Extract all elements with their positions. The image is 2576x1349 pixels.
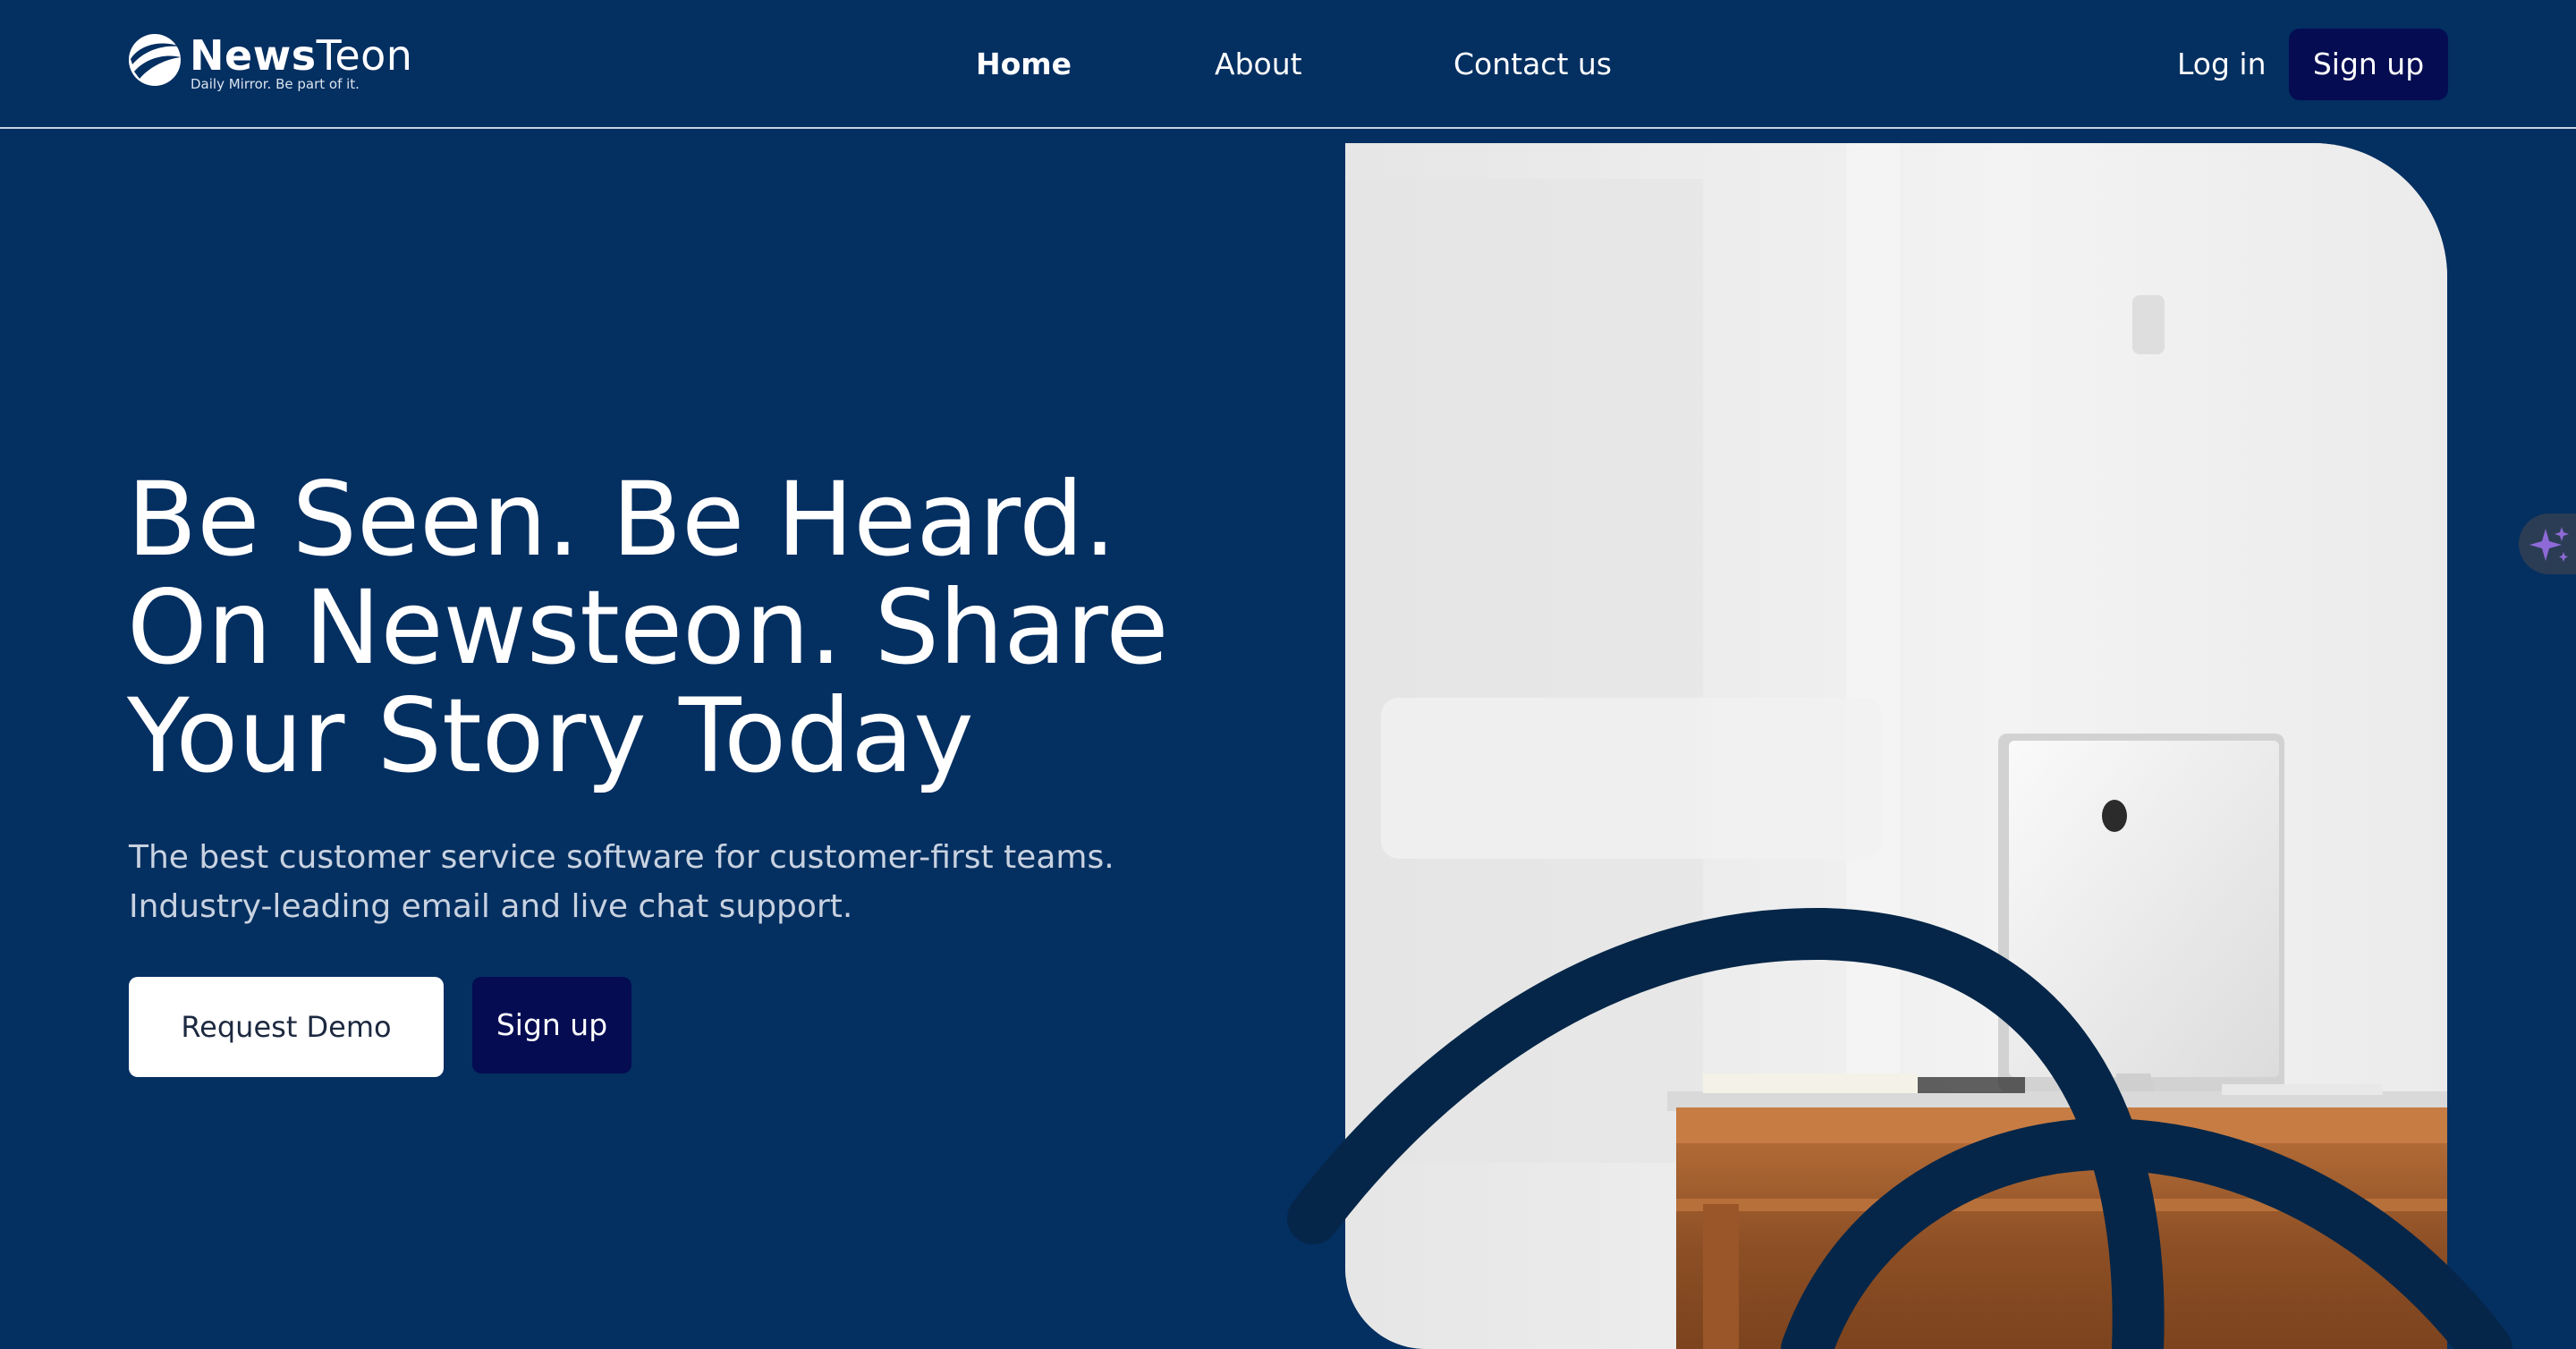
- hero-title-line: Your Story Today: [127, 676, 974, 795]
- logo[interactable]: NewsTeon Daily Mirror. Be part of it.: [127, 30, 413, 98]
- header-divider: [0, 127, 2576, 129]
- hero-title-line: On Newsteon. Share: [127, 568, 1169, 687]
- hero-subtitle: The best customer service software for c…: [129, 839, 1114, 925]
- nav-contact-us[interactable]: Contact us: [1453, 39, 1612, 89]
- nav-home[interactable]: Home: [976, 39, 1072, 89]
- newsteon-logo-icon: [129, 34, 181, 86]
- nav-about[interactable]: About: [1215, 39, 1302, 89]
- logo-wordmark: NewsTeon: [190, 31, 413, 80]
- logo-tagline: Daily Mirror. Be part of it.: [191, 76, 360, 92]
- header-signup-button[interactable]: Sign up: [2289, 29, 2448, 100]
- request-demo-button[interactable]: Request Demo: [129, 977, 444, 1077]
- login-link[interactable]: Log in: [2177, 39, 2267, 89]
- hero-title: Be Seen. Be Heard. On Newsteon. Share Yo…: [127, 465, 1308, 790]
- floating-assistant-tab[interactable]: [2519, 513, 2576, 574]
- office-desk-illustration: [1345, 143, 2447, 1349]
- landing-page: NewsTeon Daily Mirror. Be part of it. Ho…: [0, 0, 2576, 1349]
- sparkle-icon: [2529, 527, 2569, 562]
- site-header: NewsTeon Daily Mirror. Be part of it. Ho…: [0, 0, 2576, 129]
- hero-image: [1345, 143, 2447, 1349]
- hero-title-line: Be Seen. Be Heard.: [127, 460, 1116, 579]
- hero-signup-button[interactable]: Sign up: [472, 977, 631, 1073]
